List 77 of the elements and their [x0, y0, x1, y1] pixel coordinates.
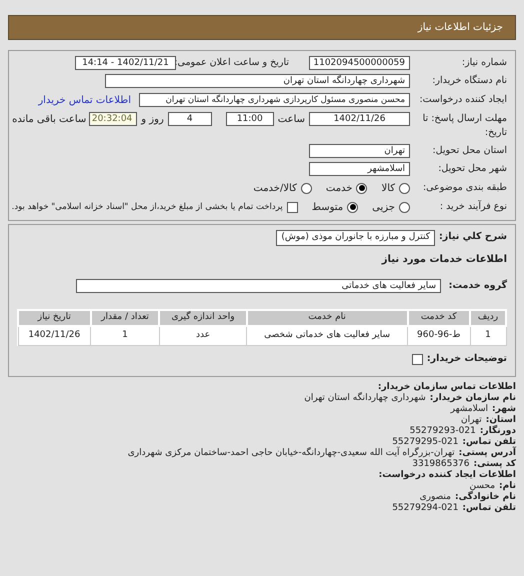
text-field[interactable]: 1102094500000059	[309, 56, 410, 70]
column-header: واحد اندازه گیری	[159, 310, 247, 326]
info-value: محسن	[470, 480, 496, 491]
table-cell: 1402/11/26	[18, 326, 91, 346]
table-cell: سایر فعالیت های خدماتی شخصی	[246, 326, 408, 346]
field-label: شماره نیاز:	[460, 56, 507, 70]
creator-heading: اطلاعات ایجاد کننده درخواست:	[378, 470, 516, 480]
info-label: نام:	[499, 480, 516, 492]
text-field[interactable]: 4	[168, 112, 212, 126]
text-field[interactable]: سایر فعالیت های خدماتی	[76, 278, 441, 293]
radio-button[interactable]	[300, 182, 312, 194]
info-value: 3319865376	[412, 458, 470, 470]
table-cell: ط-96-960	[408, 326, 470, 346]
text-field[interactable]: کنترل و مبارزه با جانوران موذی (موش)	[276, 230, 435, 246]
info-label: دورنگار:	[480, 426, 516, 436]
radio-label: متوسط	[312, 200, 344, 214]
info-label: آدرس پستی:	[458, 448, 516, 458]
column-header: تعداد / مقدار	[90, 310, 160, 326]
column-header: نام خدمت	[246, 310, 408, 326]
contact-link[interactable]: اطلاعات تماس خریدار	[38, 92, 131, 108]
table-cell: 1	[90, 326, 160, 346]
info-value: 55279294-021	[392, 502, 458, 514]
field-label: گروه خدمت:	[448, 278, 507, 292]
days-label: روز و	[141, 112, 164, 126]
radio-label: کالا	[381, 182, 395, 196]
info-label: نام سازمان خریدار:	[430, 392, 516, 404]
column-header: کد خدمت	[408, 310, 470, 326]
field-label: شرح کلي نياز:	[438, 230, 507, 244]
field-label: نوع فرآیند خرید :	[438, 200, 507, 214]
radio-button[interactable]	[399, 202, 410, 212]
column-header: ردیف	[470, 310, 506, 326]
text-field[interactable]: محسن منصوری مسئول کارپردازی شهرداری چهاردانگه استان تهران	[139, 93, 410, 107]
radio-label: خدمت	[326, 182, 352, 196]
contact-heading: اطلاعات تماس سازمان خریدار:	[376, 382, 516, 392]
info-value: 55279295-021	[392, 436, 458, 446]
field-label: طبقه بندی موضوعی:	[422, 180, 507, 195]
info-value: اسلامشهر	[450, 404, 488, 414]
section-heading: اطلاعات خدمات مورد نیاز	[380, 252, 507, 266]
radio-button[interactable]	[399, 182, 410, 194]
info-label: تلفن تماس:	[462, 436, 516, 446]
header-title: جزئیات اطلاعات نیاز	[418, 21, 503, 35]
info-value: شهرداری چهاردانگه استان تهران	[304, 392, 426, 404]
field-label: شهر محل تحویل:	[437, 162, 507, 176]
info-value: تهران-بزرگراه آیت الله سعیدی-چهاردانگه-خیابان حاجی احمد-ساختمان مرکزی شهرداری	[128, 448, 455, 458]
radio-button[interactable]	[356, 182, 368, 194]
info-label: تلفن تماس:	[462, 502, 516, 514]
field-label: ایجاد کننده درخواست:	[418, 92, 507, 107]
info-value: تهران	[460, 414, 482, 425]
text-field[interactable]: 11:00	[226, 112, 274, 126]
payment-note: پرداخت تمام یا بخشی از مبلغ خرید،از محل "اسناد خزانه اسلامی" خواهد بود.	[12, 200, 283, 214]
text-field[interactable]: اسلامشهر	[309, 162, 410, 176]
info-value: منصوری	[420, 492, 451, 502]
time-label: ساعت	[278, 112, 305, 126]
remaining-time-field[interactable]: 20:32:04	[89, 112, 138, 126]
remaining-label: ساعت باقی مانده	[12, 112, 86, 126]
field-label: توضیحات خریدار:	[426, 352, 507, 366]
field-label: تاریخ و ساعت اعلان عمومی:	[176, 56, 290, 70]
checkbox[interactable]	[286, 202, 298, 212]
table-cell: 1	[470, 326, 506, 346]
field-label: نام دستگاه خریدار:	[431, 74, 507, 88]
radio-label: جزیی	[372, 200, 395, 214]
text-field[interactable]: تهران	[309, 144, 410, 158]
text-field[interactable]: 1402/11/21 - 14:14	[75, 56, 176, 70]
info-label: استان:	[486, 414, 516, 425]
field-label: استان محل تحویل:	[431, 144, 507, 158]
info-label: نام خانوادگی:	[454, 492, 516, 502]
text-field[interactable]: 1402/11/26	[309, 112, 410, 126]
info-label: کد پستی:	[474, 458, 516, 470]
checkbox[interactable]	[412, 354, 423, 365]
text-field[interactable]: شهرداری چهاردانگه استان تهران	[105, 74, 410, 88]
field-label: مهلت ارسال پاسخ: تا تاریخ:	[422, 112, 507, 140]
radio-button[interactable]	[347, 202, 358, 212]
info-value: 55279293-021	[410, 426, 476, 436]
radio-label: کالا/خدمت	[253, 182, 297, 196]
table-cell: عدد	[159, 326, 247, 346]
info-label: شهر:	[492, 404, 516, 414]
column-header: تاریخ نیاز	[18, 310, 91, 326]
